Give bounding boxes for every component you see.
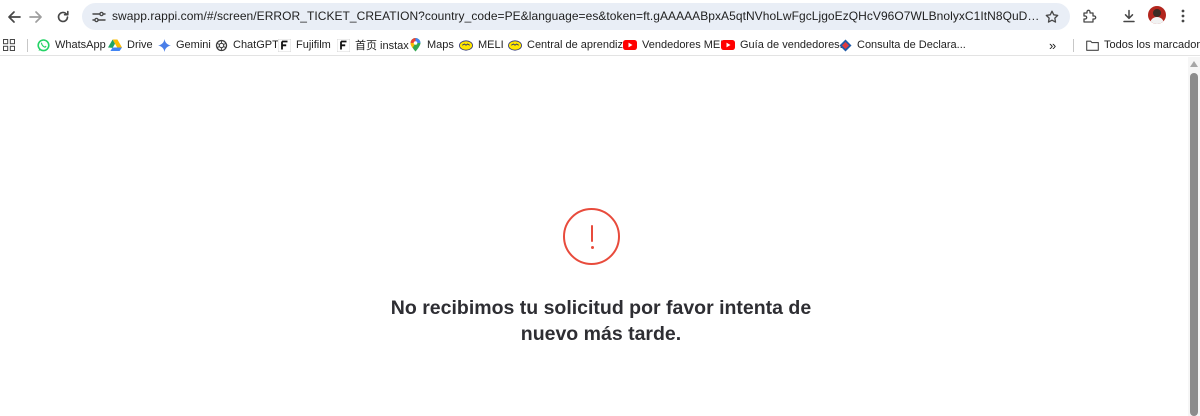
bookmark-label: Guía de vendedores... [740, 39, 849, 51]
bookmark-label: Vendedores MELI [642, 39, 730, 51]
reload-icon [57, 10, 69, 23]
bookmark-guia-vendedores[interactable]: Guía de vendedores... [721, 36, 849, 54]
bookmark-label: Gemini [176, 39, 211, 51]
bookmark-central-aprendizaje[interactable]: Central de aprendiz... [508, 36, 632, 54]
chatgpt-icon [214, 38, 228, 52]
instax-icon [336, 38, 350, 52]
scroll-up-arrow-icon[interactable] [1190, 61, 1198, 67]
address-bar[interactable]: swapp.rappi.com/#/screen/ERROR_TICKET_CR… [82, 3, 1070, 30]
bookmarks-overflow-button[interactable]: » [1049, 36, 1056, 54]
drive-icon [108, 38, 122, 52]
back-arrow-icon [8, 11, 21, 23]
bookmark-label: Fujifilm [296, 39, 331, 51]
bookmarks-separator [27, 39, 28, 52]
kebab-menu-icon[interactable] [1172, 5, 1194, 27]
folder-icon [1085, 38, 1099, 52]
forward-button[interactable] [23, 4, 49, 30]
meli-icon [459, 38, 473, 52]
star-icon[interactable] [1043, 8, 1060, 25]
error-message-line: No recibimos tu solicitud por favor inte… [390, 297, 812, 319]
profile-avatar[interactable] [1148, 6, 1166, 24]
bookmark-drive[interactable]: Drive [108, 36, 153, 54]
bookmark-vendedores-meli[interactable]: Vendedores MELI [623, 36, 729, 54]
all-bookmarks-button[interactable]: Todos los marcadores [1085, 36, 1200, 54]
gemini-icon [157, 38, 171, 52]
maps-pin-icon [408, 38, 422, 52]
whatsapp-icon [36, 38, 50, 52]
vertical-scrollbar[interactable] [1188, 57, 1200, 416]
error-message-line: nuevo más tarde. [520, 323, 682, 345]
scroll-thumb[interactable] [1190, 73, 1198, 416]
youtube-icon [721, 38, 735, 52]
tune-icon[interactable] [90, 8, 107, 25]
bookmark-fujifilm[interactable]: Fujifilm [277, 36, 331, 54]
error-alert-icon [563, 208, 620, 265]
sunat-icon [838, 38, 852, 52]
all-bookmarks-label: Todos los marcadores [1104, 39, 1200, 51]
error-message: No recibimos tu solicitud por favor inte… [340, 295, 862, 347]
fujifilm-icon [277, 38, 291, 52]
bookmark-label: WhatsApp [55, 39, 106, 51]
bookmarks-bar: WhatsApp Drive Gemini ChatGPT Fujifilm 首… [0, 33, 1200, 56]
bookmark-label: Central de aprendiz... [527, 39, 633, 51]
bookmark-instax[interactable]: 首页 instax [336, 36, 409, 54]
download-icon[interactable] [1118, 5, 1140, 27]
bookmark-label: 首页 instax [355, 40, 409, 52]
youtube-icon [623, 38, 637, 52]
bookmark-whatsapp[interactable]: WhatsApp [36, 36, 106, 54]
address-url[interactable]: swapp.rappi.com/#/screen/ERROR_TICKET_CR… [112, 9, 1044, 23]
forward-arrow-icon [29, 11, 42, 23]
bookmark-chatgpt[interactable]: ChatGPT [214, 36, 279, 54]
bookmark-label: Consulta de Declara... [857, 39, 966, 51]
apps-icon[interactable] [3, 36, 15, 54]
bookmark-gemini[interactable]: Gemini [157, 36, 211, 54]
reload-button[interactable] [50, 4, 76, 30]
bookmark-label: Drive [127, 39, 153, 51]
bookmark-maps[interactable]: Maps [408, 36, 454, 54]
browser-toolbar: swapp.rappi.com/#/screen/ERROR_TICKET_CR… [0, 0, 1200, 33]
bookmark-label: ChatGPT [233, 39, 279, 51]
bookmark-meli[interactable]: MELI [459, 36, 504, 54]
puzzle-icon[interactable] [1078, 5, 1100, 27]
bookmark-consulta-declaracion[interactable]: Consulta de Declara... [838, 36, 966, 54]
bookmark-label: Maps [427, 39, 454, 51]
bookmarks-separator [1073, 39, 1074, 52]
meli-icon [508, 38, 522, 52]
bookmark-label: MELI [478, 39, 504, 51]
